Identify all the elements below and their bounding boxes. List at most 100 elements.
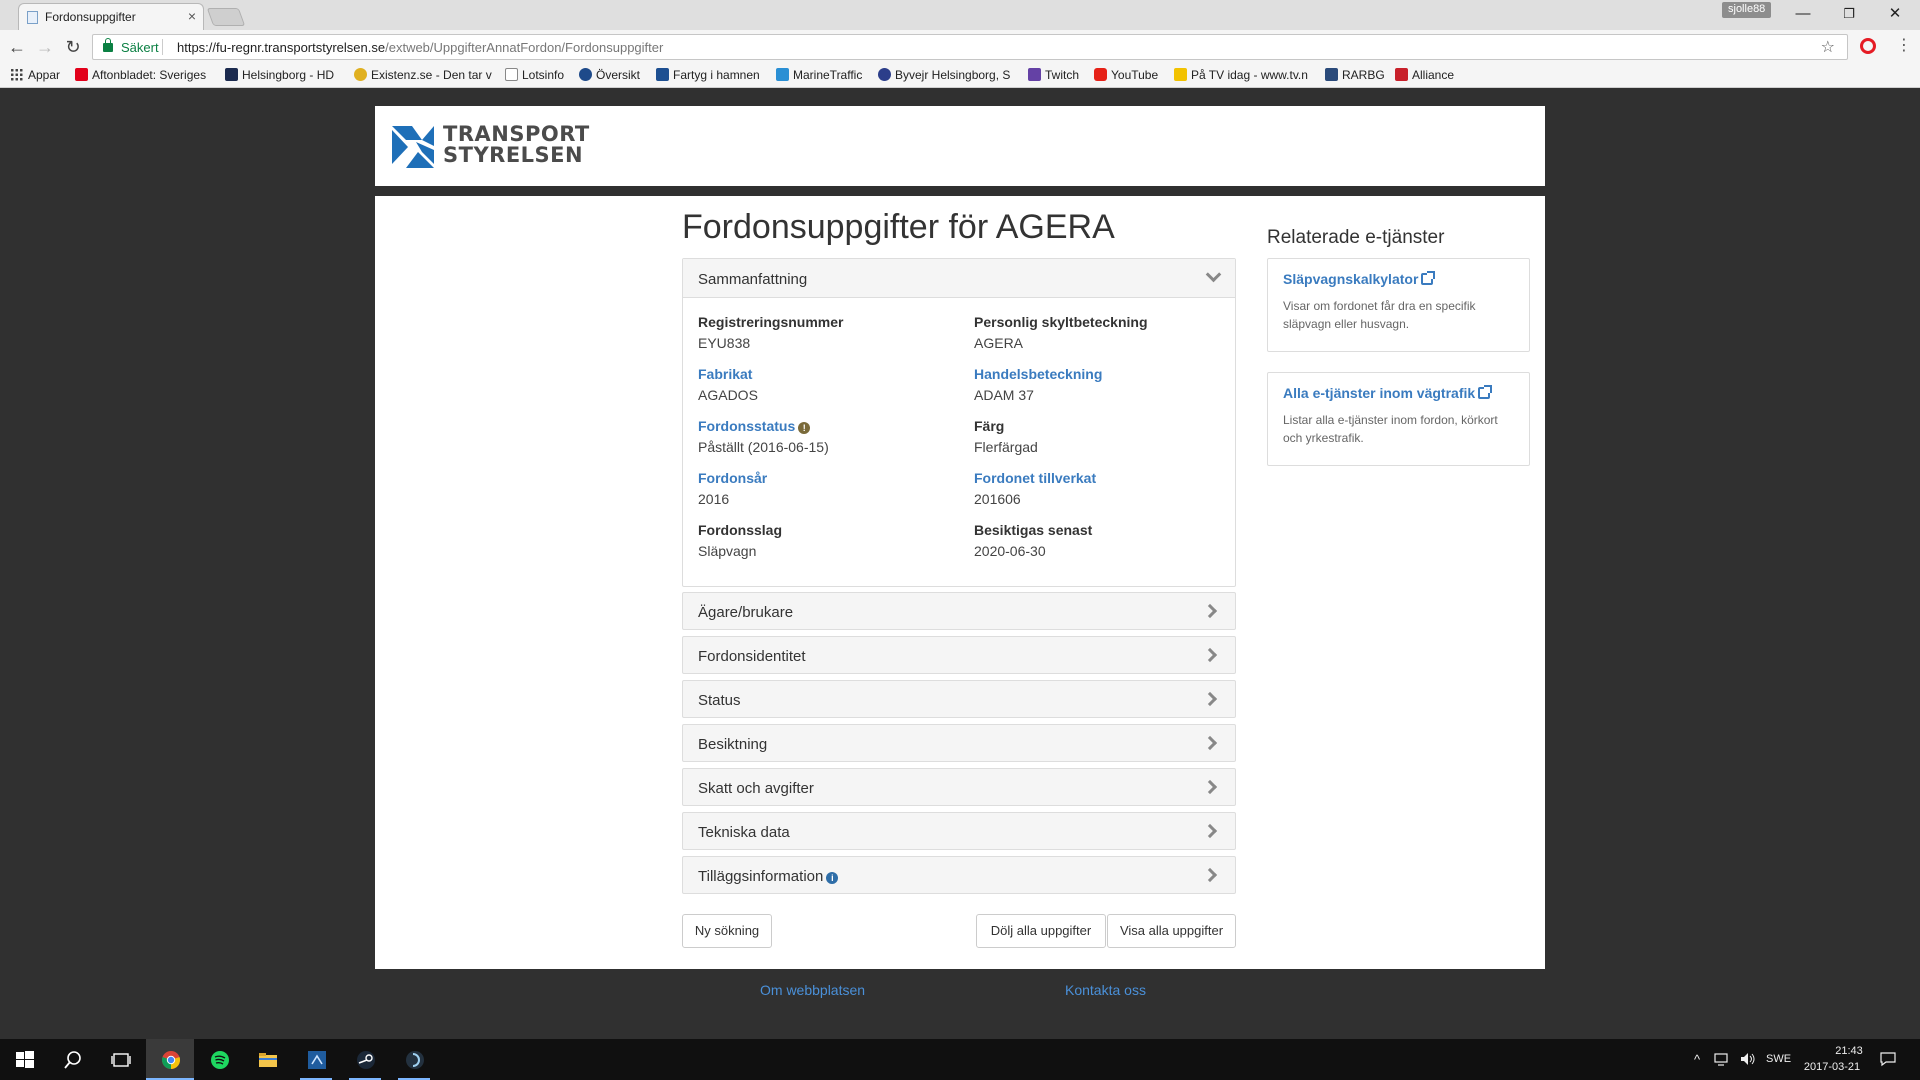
chevron-right-icon [1202,823,1218,839]
profile-badge[interactable]: sjolle88 [1722,2,1772,18]
tab-close-icon[interactable]: × [188,8,196,24]
footer-contact-link[interactable]: Kontakta oss [1065,982,1146,998]
browser-menu-icon[interactable]: ⋮ [1896,36,1912,56]
bookmark-rarbg[interactable]: RARBG [1325,68,1385,82]
language-indicator[interactable]: SWE [1766,1053,1791,1065]
page-favicon-icon [27,11,38,24]
byvejr-icon [878,68,891,81]
task-view-button[interactable] [96,1039,144,1080]
footer-about-link[interactable]: Om webbplatsen [760,982,865,998]
bookmark-patv[interactable]: På TV idag - www.tv.n [1174,68,1308,82]
chevron-right-icon [1202,603,1218,619]
tv-icon [1174,68,1187,81]
bookmark-helsingborg-hd[interactable]: Helsingborg - HD [225,68,334,82]
app-taskbar-button[interactable] [292,1039,340,1080]
reload-icon[interactable]: ↻ [60,35,86,59]
close-window-icon[interactable]: ✕ [1872,3,1918,25]
fordonsar-link[interactable]: Fordonsår [698,470,958,486]
minimize-icon[interactable]: — [1780,3,1826,25]
panel-tillaggsinformation[interactable]: Tilläggsinformation i [682,856,1236,894]
bookmark-oversikt[interactable]: Översikt [579,68,640,82]
start-button[interactable] [0,1039,48,1080]
document-icon [505,68,518,81]
panel-tekniska-data[interactable]: Tekniska data [682,812,1236,850]
handelsbeteckning-link[interactable]: Handelsbeteckning [974,366,1234,382]
field-fordonsar: Fordonsår 2016 [698,470,958,507]
new-search-button[interactable]: Ny sökning [682,914,772,948]
folder-icon [259,1053,277,1067]
spotify-taskbar-button[interactable] [195,1039,243,1080]
related-services-title: Relaterade e-tjänster [1267,227,1445,248]
chevron-down-icon [1205,266,1222,283]
bookmark-marinetraffic[interactable]: MarineTraffic [776,68,862,82]
field-tillverkat: Fordonet tillverkat 201606 [974,470,1234,507]
bookmark-byvejr[interactable]: Byvejr Helsingborg, S [878,68,1010,82]
volume-icon[interactable] [1740,1052,1756,1066]
tray-chevron-up-icon[interactable]: ^ [1694,1052,1700,1067]
lock-icon [103,38,113,52]
clock-date[interactable]: 2017-03-21 [1800,1061,1864,1073]
task-view-icon [111,1053,131,1067]
bookmark-star-icon[interactable]: ☆ [1821,37,1835,57]
network-icon[interactable] [1714,1052,1730,1066]
transportstyrelsen-logo-icon[interactable] [392,126,434,168]
bookmark-twitch[interactable]: Twitch [1028,68,1079,82]
fabrikat-link[interactable]: Fabrikat [698,366,958,382]
game-client-icon [406,1051,424,1069]
fordonsstatus-link[interactable]: Fordonsstatus [698,418,795,434]
bookmark-existenz[interactable]: Existenz.se - Den tar v [354,68,492,82]
hide-all-button[interactable]: Dölj alla uppgifter [976,914,1106,948]
alla-etjanster-link[interactable]: Alla e-tjänster inom vägtrafik [1283,385,1493,401]
chevron-right-icon [1202,735,1218,751]
site-logo-text[interactable]: TRANSPORT STYRELSEN [443,124,590,166]
url-text[interactable]: https://fu-regnr.transportstyrelsen.se/e… [177,40,663,55]
address-bar[interactable]: Säkert https://fu-regnr.transportstyrels… [92,34,1848,60]
panel-agare-brukare[interactable]: Ägare/brukare [682,592,1236,630]
show-all-button[interactable]: Visa alla uppgifter [1107,914,1236,948]
secure-label[interactable]: Säkert [121,40,159,55]
windows-logo-icon [16,1051,34,1068]
url-separator [162,39,163,55]
bookmark-fartyg[interactable]: Fartyg i hamnen [656,68,760,82]
info-icon[interactable]: i [826,872,839,884]
info-icon[interactable]: ! [798,422,811,434]
tillverkat-link[interactable]: Fordonet tillverkat [974,470,1234,486]
panel-fordonsidentitet[interactable]: Fordonsidentitet [682,636,1236,674]
bookmark-youtube[interactable]: YouTube [1094,68,1158,82]
notifications-icon[interactable] [1880,1051,1896,1067]
chrome-taskbar-button[interactable] [146,1039,194,1080]
bookmarks-bar: Appar Aftonbladet: Sveriges Helsingborg … [0,64,1920,88]
panel-besiktning[interactable]: Besiktning [682,724,1236,762]
chevron-right-icon [1202,647,1218,663]
restore-icon[interactable]: ❐ [1826,3,1872,25]
search-taskbar-button[interactable] [48,1039,96,1080]
opera-extension-icon[interactable] [1860,38,1876,54]
bookmark-apps[interactable]: Appar [10,68,60,82]
spotify-icon [211,1051,229,1069]
field-fordonsslag: Fordonsslag Släpvagn [698,522,783,559]
rarbg-icon [1325,68,1338,81]
bookmark-alliance[interactable]: Alliance [1395,68,1454,82]
field-farg: Färg Flerfärgad [974,418,1038,455]
bookmark-lotsinfo[interactable]: Lotsinfo [505,68,564,82]
external-link-icon [1478,385,1493,399]
summary-panel-header[interactable]: Sammanfattning [683,259,1235,298]
file-explorer-taskbar-button[interactable] [243,1039,291,1080]
marinetraffic-icon [776,68,789,81]
clock-time[interactable]: 21:43 [1818,1045,1880,1057]
game-client-taskbar-button[interactable] [390,1039,438,1080]
forward-arrow-icon[interactable]: → [32,35,58,59]
steam-taskbar-button[interactable] [341,1039,389,1080]
panel-status[interactable]: Status [682,680,1236,718]
bookmark-aftonbladet[interactable]: Aftonbladet: Sveriges [75,68,206,82]
browser-tab-active[interactable]: Fordonsuppgifter × [18,3,204,30]
browser-toolbar: ← → ↻ Säkert https://fu-regnr.transports… [0,30,1920,64]
slapvagnskalkylator-link[interactable]: Släpvagnskalkylator [1283,271,1436,287]
browser-tabstrip: Fordonsuppgifter × sjolle88 — ❐ ✕ [0,0,1920,30]
panel-skatt-och-avgifter[interactable]: Skatt och avgifter [682,768,1236,806]
aftonbladet-icon [75,68,88,81]
fartyg-icon [656,68,669,81]
windows-taskbar: ^ SWE 21:43 2017-03-21 [0,1039,1920,1080]
new-tab-button[interactable] [206,8,246,26]
back-arrow-icon[interactable]: ← [4,35,30,59]
